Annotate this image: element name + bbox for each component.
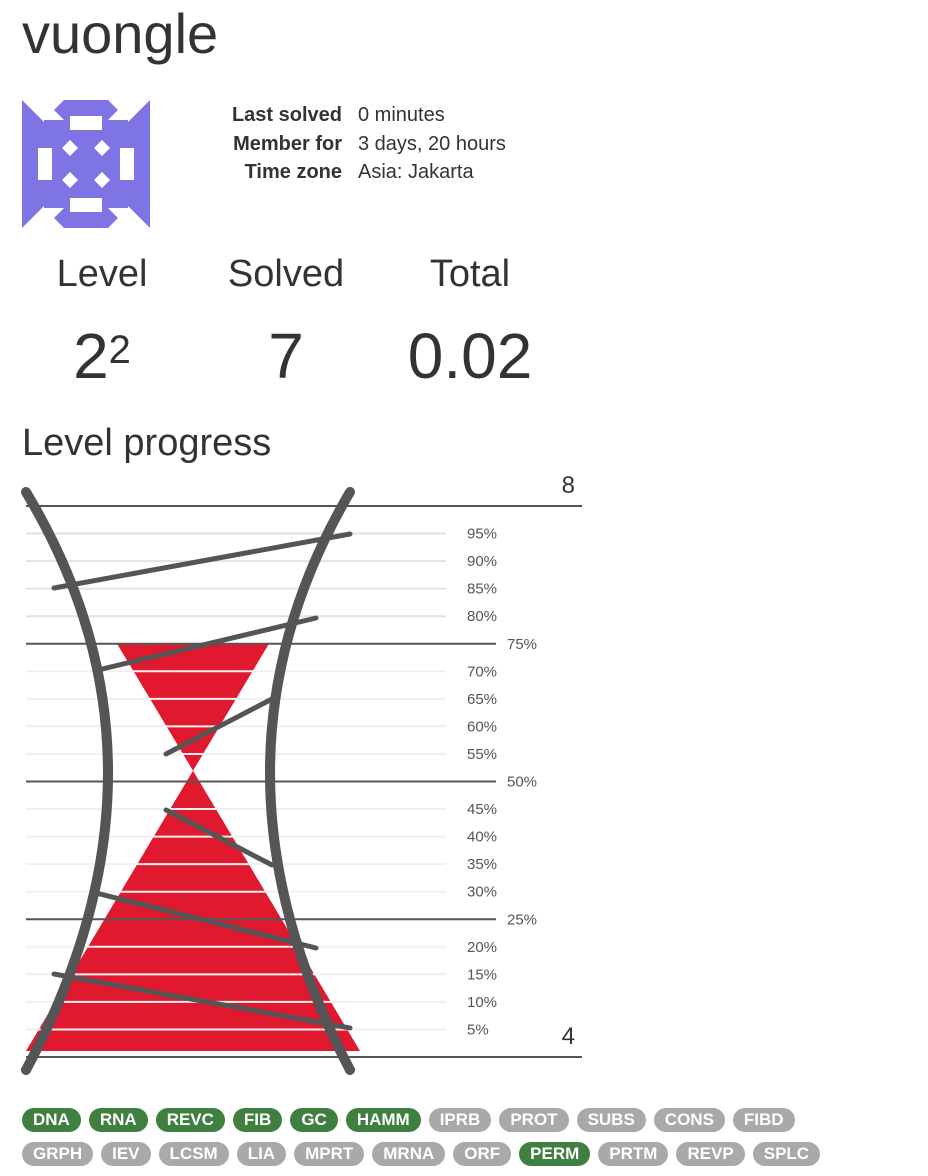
problem-badge-gc[interactable]: GC <box>290 1108 338 1132</box>
percent-tick-label: 30% <box>467 884 497 901</box>
solved-value: 7 <box>268 320 304 392</box>
percent-tick-label: 55% <box>467 746 497 763</box>
badge-row: DNA RNA REVC FIB GC HAMM IPRB PROT SUBS CONS FIBD <box>22 1108 928 1132</box>
problem-badges: DNA RNA REVC FIB GC HAMM IPRB PROT SUBS CONS FIBD G… <box>22 1108 928 1176</box>
level-base: 2 <box>73 320 109 392</box>
problem-badge-iev[interactable]: IEV <box>101 1142 151 1166</box>
percent-tick-label: 50% <box>507 774 537 791</box>
problem-badge-perm[interactable]: PERM <box>519 1142 591 1166</box>
problem-badge-lcsm[interactable]: LCSM <box>158 1142 229 1166</box>
problem-badge-mrna[interactable]: MRNA <box>372 1142 446 1166</box>
percent-tick-label: 80% <box>467 608 497 625</box>
top-level-value: 8 <box>562 472 575 499</box>
solved-label: Solved <box>227 253 345 295</box>
problem-badge-prot[interactable]: PROT <box>499 1108 569 1132</box>
problem-badge-orf[interactable]: ORF <box>453 1142 512 1166</box>
problem-badge-grph[interactable]: GRPH <box>22 1142 94 1166</box>
problem-badge-rna[interactable]: RNA <box>88 1108 148 1132</box>
info-label: Time zone <box>244 161 342 183</box>
level-progress-helix: 95%90%85%80%75%70%65%60%55%50%45%40%35%3… <box>21 472 586 1075</box>
percent-tick-label: 40% <box>467 829 497 846</box>
username-heading: vuongle <box>22 2 219 65</box>
percent-tick-label: 65% <box>467 691 497 708</box>
info-row-time-zone: Time zone Asia: Jakarta <box>200 158 506 187</box>
percent-tick-label: 90% <box>467 553 497 570</box>
profile-info: Last solved 0 minutes Member for 3 days,… <box>200 101 506 187</box>
percent-tick-label: 70% <box>467 663 497 680</box>
level-value: 22 <box>2 306 202 406</box>
problem-badge-splc[interactable]: SPLC <box>752 1142 821 1166</box>
percent-tick-label: 20% <box>467 939 497 956</box>
problem-badge-fib[interactable]: FIB <box>232 1108 283 1132</box>
info-row-member-for: Member for 3 days, 20 hours <box>200 130 506 159</box>
problem-badge-prtm[interactable]: PRTM <box>598 1142 669 1166</box>
info-value: 0 minutes <box>358 104 445 126</box>
problem-badge-hamm[interactable]: HAMM <box>345 1108 421 1132</box>
level-stat: Level 22 <box>2 252 202 406</box>
level-label: Level <box>56 253 148 295</box>
problem-badge-iprb[interactable]: IPRB <box>428 1108 492 1132</box>
info-value: 3 days, 20 hours <box>358 132 506 155</box>
problem-badge-revc[interactable]: REVC <box>155 1108 225 1132</box>
problem-badge-mprt[interactable]: MPRT <box>294 1142 365 1166</box>
level-exponent: 2 <box>108 328 131 372</box>
level-progress-title: Level progress <box>22 422 272 464</box>
info-label: Last solved <box>231 104 342 126</box>
percent-tick-label: 75% <box>507 636 537 653</box>
percent-tick-label: 25% <box>507 911 537 928</box>
problem-badge-fibd[interactable]: FIBD <box>732 1108 795 1132</box>
problem-badge-revp[interactable]: REVP <box>676 1142 745 1166</box>
info-label: Member for <box>233 132 342 155</box>
bottom-level-value: 4 <box>562 1023 575 1050</box>
problem-badge-lia[interactable]: LIA <box>236 1142 287 1166</box>
percent-tick-label: 5% <box>467 1021 489 1038</box>
avatar <box>22 100 150 228</box>
badge-row: GRPH IEV LCSM LIA MPRT MRNA ORF PERM PRTM REVP SPL… <box>22 1142 928 1166</box>
total-label: Total <box>429 253 511 295</box>
info-row-last-solved: Last solved 0 minutes <box>200 101 506 130</box>
percent-tick-label: 45% <box>467 801 497 818</box>
percent-tick-label: 10% <box>467 994 497 1011</box>
info-value: Asia: Jakarta <box>358 161 474 183</box>
solved-stat: Solved 7 <box>186 252 386 406</box>
problem-badge-cons[interactable]: CONS <box>653 1108 725 1132</box>
percent-tick-label: 95% <box>467 526 497 543</box>
total-stat: Total 0.02 <box>370 252 570 406</box>
percent-tick-label: 85% <box>467 581 497 598</box>
problem-badge-subs[interactable]: SUBS <box>576 1108 646 1132</box>
problem-badge-dna[interactable]: DNA <box>22 1108 81 1132</box>
percent-tick-label: 60% <box>467 718 497 735</box>
total-value: 0.02 <box>407 320 533 392</box>
percent-tick-label: 35% <box>467 856 497 873</box>
percent-tick-label: 15% <box>467 966 497 983</box>
